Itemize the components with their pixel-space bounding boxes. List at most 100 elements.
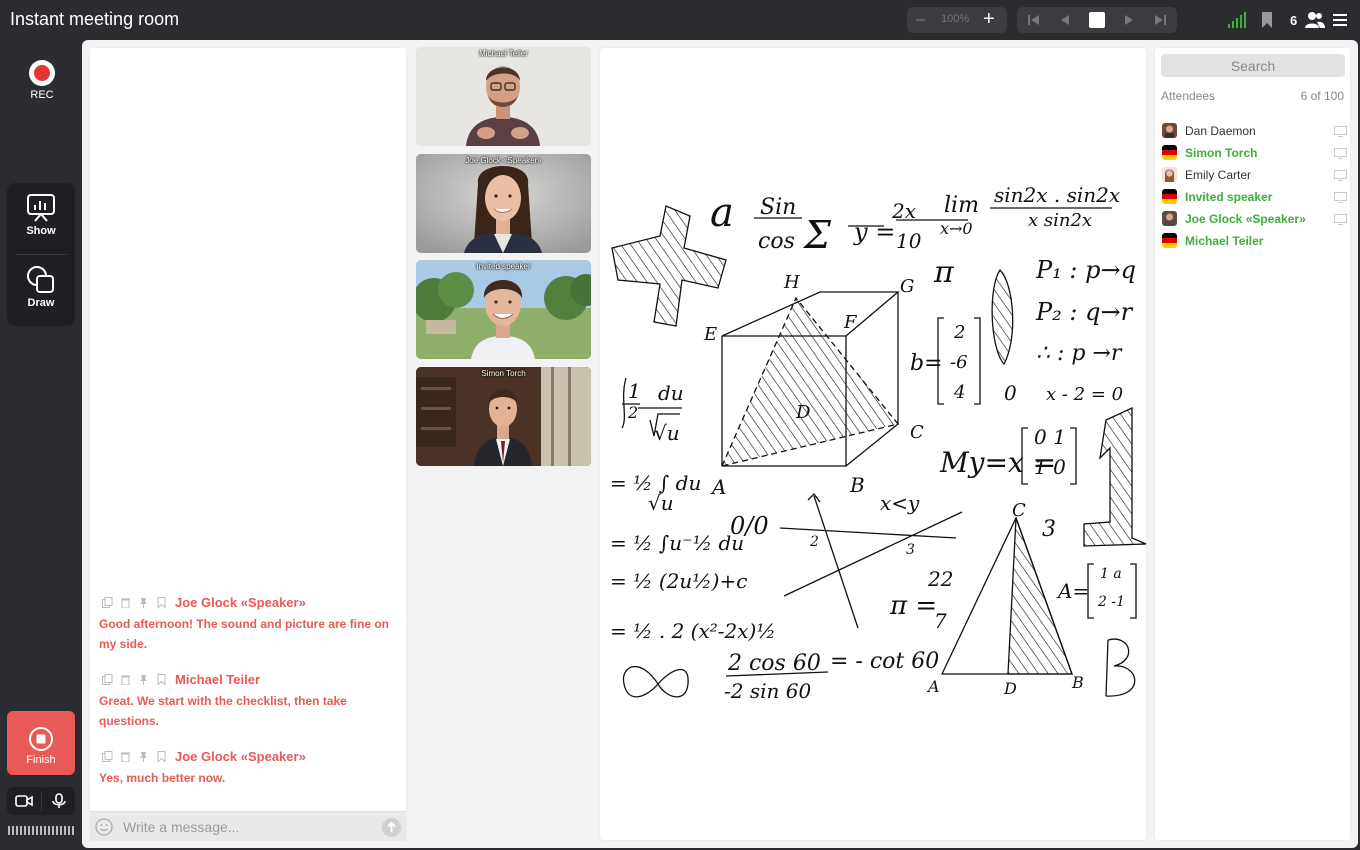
svg-text:C: C (1012, 500, 1026, 521)
last-page-icon[interactable] (1153, 13, 1167, 27)
top-bar: Instant meeting room − 100% + 6 (0, 0, 1360, 40)
zoom-in-button[interactable]: + (983, 8, 995, 31)
copy-icon[interactable] (102, 674, 113, 685)
delete-icon[interactable] (120, 674, 131, 685)
svg-text:= ½ (2u½)+c: = ½ (2u½)+c (610, 569, 747, 593)
draw-button[interactable]: Draw (7, 255, 75, 325)
attendee-search-input[interactable] (1161, 54, 1345, 77)
send-button[interactable] (382, 818, 401, 837)
draw-label: Draw (27, 297, 55, 309)
message-composer (90, 811, 406, 841)
attendee-avatar (1162, 167, 1177, 182)
attendee-row[interactable]: Emily Carter (1161, 166, 1347, 184)
video-tile[interactable]: Joe Glock «Speaker» (416, 154, 591, 253)
svg-text:22: 22 (927, 567, 953, 591)
attendee-name: Dan Daemon (1185, 124, 1256, 138)
record-label: REC (30, 89, 54, 101)
svg-text:P₁ : p→q: P₁ : p→q (1035, 256, 1136, 284)
svg-text:x sin2x: x sin2x (1028, 210, 1092, 231)
message-text: Good afternoon! The sound and picture ar… (99, 617, 390, 651)
record-button[interactable]: REC (22, 60, 62, 104)
message-author[interactable]: Joe Glock «Speaker» (175, 749, 306, 764)
participant-video (416, 367, 591, 466)
svg-text:= ½ ∫u⁻½ du: = ½ ∫u⁻½ du (610, 531, 744, 555)
video-tile[interactable]: Michael Teiler (416, 47, 591, 146)
svg-text:A: A (710, 475, 726, 499)
svg-text:lim: lim (944, 193, 979, 218)
bookmark-icon[interactable] (1260, 12, 1274, 28)
delete-icon[interactable] (120, 597, 131, 608)
signal-strength-icon (1228, 12, 1246, 28)
emoji-icon[interactable] (95, 818, 113, 836)
svg-text:4: 4 (953, 382, 965, 403)
screen-share-icon[interactable] (1334, 214, 1347, 225)
attendee-row[interactable]: Dan Daemon (1161, 122, 1347, 140)
svg-text:3: 3 (1042, 517, 1056, 542)
screen-share-icon[interactable] (1334, 148, 1347, 159)
pin-icon[interactable] (138, 751, 149, 762)
svg-text:π =: π = (889, 591, 937, 621)
shapes-icon (27, 266, 54, 293)
screen-share-icon[interactable] (1334, 126, 1347, 137)
attendee-row[interactable]: Joe Glock «Speaker» (1161, 210, 1347, 228)
svg-text:-6: -6 (950, 352, 968, 373)
svg-text:2: 2 (627, 403, 638, 422)
bookmark-icon[interactable] (156, 751, 167, 762)
svg-text:= ½ . 2 (x²-2x)½: = ½ . 2 (x²-2x)½ (610, 619, 776, 643)
svg-text:= - cot 60: = - cot 60 (830, 649, 939, 674)
stop-icon (29, 727, 53, 751)
attendee-row[interactable]: Simon Torch (1161, 144, 1347, 162)
pin-icon[interactable] (138, 674, 149, 685)
delete-icon[interactable] (120, 751, 131, 762)
message-author[interactable]: Michael Teiler (175, 672, 260, 687)
svg-text:B: B (1071, 673, 1084, 692)
zoom-out-button[interactable]: − (915, 10, 926, 31)
attendee-avatar (1162, 123, 1177, 138)
video-participant-name: Simon Torch (481, 369, 526, 378)
copy-icon[interactable] (102, 597, 113, 608)
previous-page-icon[interactable] (1058, 13, 1072, 27)
flag-germany-icon (1162, 233, 1177, 248)
current-page-indicator (1089, 12, 1105, 28)
camera-icon[interactable] (15, 793, 33, 809)
flag-germany-icon (1162, 145, 1177, 160)
finish-button[interactable]: Finish (7, 711, 75, 775)
send-arrow-icon (387, 821, 396, 832)
screen-share-icon[interactable] (1334, 170, 1347, 181)
next-page-icon[interactable] (1122, 13, 1136, 27)
svg-text:Σ: Σ (802, 213, 832, 257)
attendee-row[interactable]: Invited speaker (1161, 188, 1347, 206)
video-participant-name: Invited speaker (476, 262, 531, 271)
pin-icon[interactable] (138, 597, 149, 608)
menu-icon[interactable] (1332, 12, 1348, 28)
show-button[interactable]: Show (7, 183, 75, 253)
svg-text:2: 2 (953, 322, 965, 343)
svg-text:0: 0 (1004, 381, 1017, 405)
attendee-row[interactable]: Michael Teiler (1161, 232, 1347, 250)
svg-text:1 0: 1 0 (1034, 455, 1066, 479)
participant-count: 6 (1290, 13, 1298, 28)
record-icon (29, 60, 55, 86)
bookmark-icon[interactable] (156, 674, 167, 685)
svg-text:√u: √u (654, 421, 680, 445)
first-page-icon[interactable] (1027, 13, 1041, 27)
copy-icon[interactable] (102, 751, 113, 762)
message-input[interactable] (123, 817, 373, 837)
svg-text:sin2x . sin2x: sin2x . sin2x (994, 183, 1120, 207)
whiteboard[interactable]: a Sin cos Σ y = 2x 10 lim x→0 sin2x . si… (599, 47, 1147, 841)
video-tile[interactable]: Simon Torch (416, 367, 591, 466)
svg-text:3: 3 (906, 542, 915, 558)
attendee-name: Invited speaker (1185, 190, 1273, 204)
svg-text:x - 2 = 0: x - 2 = 0 (1046, 384, 1123, 405)
message-text: Yes, much better now. (99, 771, 226, 785)
attendees-panel: Attendees 6 of 100 Dan Daemon Simon Torc… (1154, 47, 1351, 841)
svg-text:7: 7 (934, 609, 947, 633)
participants-icon[interactable] (1305, 11, 1325, 29)
screen-share-icon[interactable] (1334, 192, 1347, 203)
video-tile[interactable]: Invited speaker (416, 260, 591, 359)
presentation-tools: Show Draw (7, 183, 75, 326)
microphone-icon[interactable] (50, 793, 68, 809)
message-author[interactable]: Joe Glock «Speaker» (175, 595, 306, 610)
bookmark-icon[interactable] (156, 597, 167, 608)
chat-message: Joe Glock «Speaker» Yes, much better now… (99, 748, 389, 788)
